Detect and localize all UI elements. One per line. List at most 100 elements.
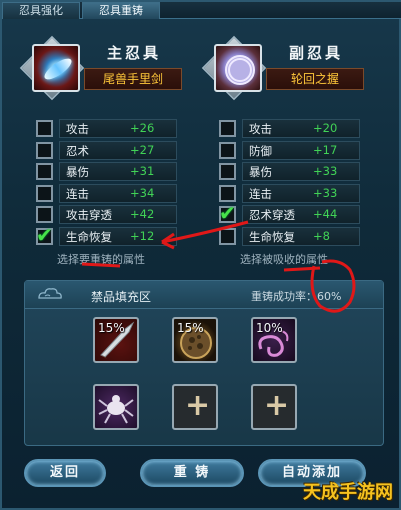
sub-attr-row[interactable]: 防御 +17 bbox=[219, 140, 360, 160]
main-tool-title: 主忍具 bbox=[106, 44, 161, 62]
tab-bar: 忍具强化 忍具重铸 bbox=[2, 2, 401, 19]
watermark-text: 天成手游网 bbox=[303, 482, 393, 503]
attr-bar: 暴伤 +33 bbox=[242, 162, 360, 181]
sub-attr-row[interactable]: 攻击 +20 bbox=[219, 119, 360, 138]
attr-name: 攻击 bbox=[249, 122, 272, 136]
sub-attr-checkbox[interactable] bbox=[219, 227, 236, 245]
back-button[interactable]: 返回 bbox=[24, 459, 106, 487]
attr-name: 连击 bbox=[66, 186, 89, 201]
slot-rate: 15% bbox=[177, 321, 204, 335]
attr-value: +31 bbox=[130, 164, 155, 178]
sub-tool-header: 副忍具 轮回之握 bbox=[201, 35, 364, 101]
attr-value: +33 bbox=[313, 164, 338, 178]
attr-value: +17 bbox=[313, 142, 338, 157]
attr-bar: 攻击 +20 bbox=[242, 119, 360, 138]
attr-value: +27 bbox=[130, 142, 155, 157]
attr-name: 生命恢复 bbox=[66, 229, 112, 244]
material-title: 禁品填充区 bbox=[91, 290, 152, 304]
attr-value: +20 bbox=[313, 121, 338, 135]
main-tool-slot[interactable] bbox=[32, 44, 80, 92]
main-attr-row[interactable]: 连击 +34 bbox=[36, 183, 177, 203]
attr-value: +33 bbox=[313, 185, 338, 200]
material-panel: 禁品填充区 重铸成功率：60% 15% 15% 10% + + bbox=[24, 280, 384, 446]
main-tool-name: 尾兽手里剑 bbox=[84, 68, 182, 90]
sub-attr-hint: 选择被吸收的属性 bbox=[240, 253, 328, 266]
main-attr-checkbox[interactable] bbox=[36, 184, 53, 202]
tab-reforge[interactable]: 忍具重铸 bbox=[82, 2, 160, 19]
attr-name: 连击 bbox=[249, 186, 272, 201]
ring-icon bbox=[225, 55, 255, 85]
slot-rate: 15% bbox=[98, 321, 125, 335]
shuriken-icon bbox=[41, 54, 75, 84]
sub-attr-list: 攻击 +20 防御 +17 暴伤 +33 连击 +33 ✔ 忍术穿透 +44 生… bbox=[219, 119, 360, 248]
attr-bar: 防御 +17 bbox=[242, 140, 360, 160]
checkmark-icon: ✔ bbox=[219, 201, 236, 225]
main-tool-header: 主忍具 尾兽手里剑 bbox=[19, 35, 182, 101]
attr-name: 忍术穿透 bbox=[249, 208, 295, 222]
sub-attr-checkbox[interactable] bbox=[219, 163, 236, 180]
main-attr-row[interactable]: ✔ 生命恢复 +12 bbox=[36, 223, 177, 247]
cloud-icon bbox=[38, 288, 62, 299]
attr-value: +12 bbox=[130, 228, 155, 243]
plus-icon: + bbox=[185, 388, 211, 423]
sub-attr-row[interactable]: 连击 +33 bbox=[219, 183, 360, 203]
checkmark-icon: ✔ bbox=[36, 222, 53, 247]
main-attr-hint: 选择要重铸的属性 bbox=[57, 253, 145, 266]
material-header: 禁品填充区 重铸成功率：60% bbox=[25, 281, 383, 309]
sub-attr-checkbox[interactable] bbox=[219, 141, 236, 159]
attr-value: +34 bbox=[130, 185, 155, 200]
attr-name: 忍术 bbox=[66, 143, 89, 158]
material-slot[interactable]: 15% bbox=[93, 317, 139, 363]
attr-bar: 攻击穿透 +42 bbox=[59, 205, 177, 224]
attr-name: 暴伤 bbox=[66, 165, 89, 179]
main-attr-row[interactable]: 忍术 +27 bbox=[36, 140, 177, 160]
attr-bar: 攻击 +26 bbox=[59, 119, 177, 138]
reforge-button[interactable]: 重 铸 bbox=[140, 459, 244, 487]
material-slot[interactable]: 15% bbox=[172, 317, 218, 363]
attr-bar: 忍术穿透 +44 bbox=[242, 205, 360, 224]
slot-rate: 10% bbox=[256, 321, 283, 335]
sub-attr-row[interactable]: 暴伤 +33 bbox=[219, 162, 360, 181]
sub-tool-slot[interactable] bbox=[214, 44, 262, 92]
sub-attr-row[interactable]: 生命恢复 +8 bbox=[219, 226, 360, 246]
sub-tool-title: 副忍具 bbox=[288, 44, 343, 62]
sub-attr-row[interactable]: ✔ 忍术穿透 +44 bbox=[219, 201, 360, 225]
attr-name: 攻击穿透 bbox=[66, 208, 112, 222]
attr-bar: 连击 +34 bbox=[59, 183, 177, 203]
sub-attr-checkbox[interactable] bbox=[219, 184, 236, 202]
reforge-window: 忍具强化 忍具重铸 主忍具 尾兽手里剑 副忍具 轮回之握 攻击 +26 忍术 +… bbox=[0, 0, 401, 510]
attr-bar: 暴伤 +31 bbox=[59, 162, 177, 181]
attr-value: +8 bbox=[313, 228, 330, 243]
empty-material-slot[interactable]: + bbox=[251, 384, 297, 430]
main-attr-row[interactable]: 攻击 +26 bbox=[36, 119, 177, 138]
attr-value: +26 bbox=[130, 121, 155, 135]
plus-icon: + bbox=[264, 388, 290, 423]
success-rate: 重铸成功率：60% bbox=[251, 290, 342, 303]
attr-bar: 忍术 +27 bbox=[59, 140, 177, 160]
main-attr-checkbox[interactable] bbox=[36, 141, 53, 159]
attr-name: 攻击 bbox=[66, 122, 89, 136]
main-attr-row[interactable]: 暴伤 +31 bbox=[36, 162, 177, 181]
sub-attr-checkbox[interactable] bbox=[219, 120, 236, 137]
empty-material-slot[interactable]: + bbox=[172, 384, 218, 430]
material-slot[interactable] bbox=[93, 384, 139, 430]
attr-name: 暴伤 bbox=[249, 165, 272, 179]
sub-attr-checkbox[interactable]: ✔ bbox=[219, 201, 236, 225]
attr-name: 生命恢复 bbox=[249, 229, 295, 244]
attr-bar: 连击 +33 bbox=[242, 183, 360, 203]
main-attr-checkbox[interactable] bbox=[36, 206, 53, 223]
attr-value: +44 bbox=[313, 207, 338, 221]
main-attr-row[interactable]: 攻击穿透 +42 bbox=[36, 205, 177, 224]
attr-value: +42 bbox=[130, 207, 155, 221]
main-attr-checkbox[interactable] bbox=[36, 120, 53, 137]
attr-bar: 生命恢复 +12 bbox=[59, 226, 177, 246]
sub-tool-name: 轮回之握 bbox=[266, 68, 364, 90]
material-slot[interactable]: 10% bbox=[251, 317, 297, 363]
main-attr-checkbox[interactable] bbox=[36, 163, 53, 180]
attr-name: 防御 bbox=[249, 143, 272, 158]
spider-icon bbox=[98, 395, 134, 424]
main-attr-list: 攻击 +26 忍术 +27 暴伤 +31 连击 +34 攻击穿透 +42 ✔ 生… bbox=[36, 119, 177, 248]
main-attr-checkbox[interactable]: ✔ bbox=[36, 223, 53, 247]
tab-enhance[interactable]: 忍具强化 bbox=[2, 2, 80, 19]
attr-bar: 生命恢复 +8 bbox=[242, 226, 360, 246]
